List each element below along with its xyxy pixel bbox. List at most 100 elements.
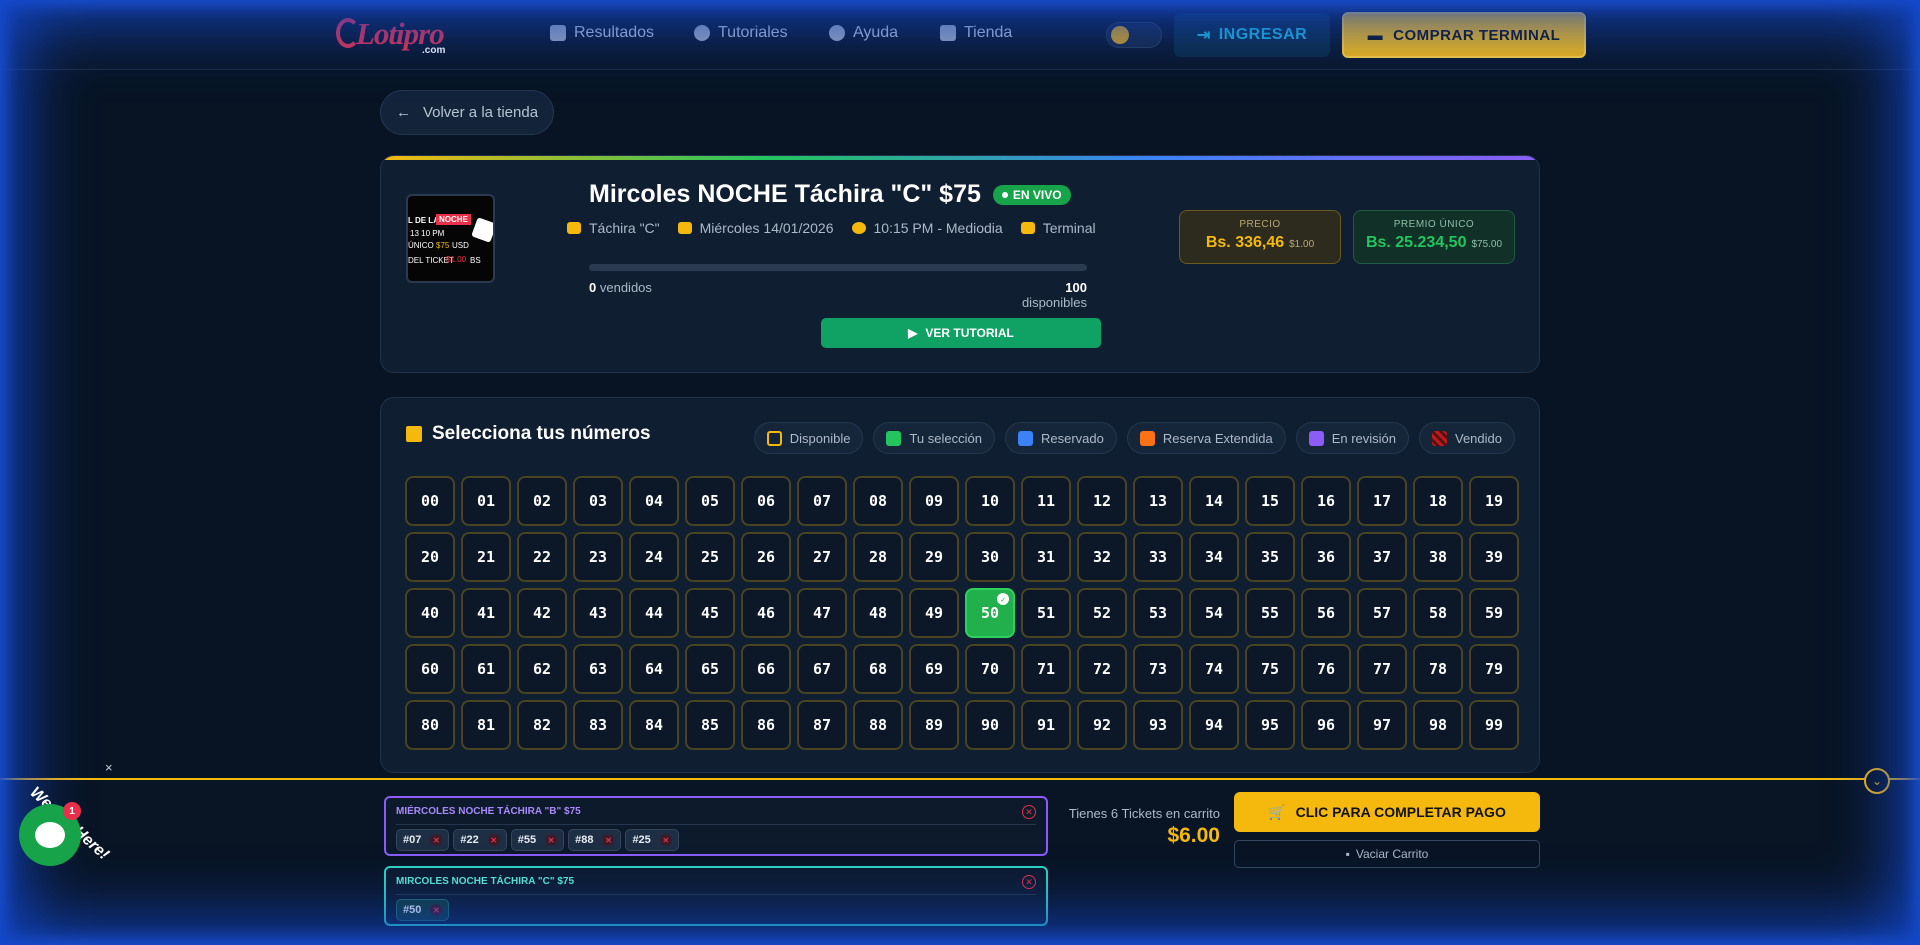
remove-ticket-icon[interactable]: ✕ bbox=[487, 834, 500, 846]
number-cell-39[interactable]: 39 bbox=[1469, 532, 1519, 582]
nav-resultados[interactable]: Resultados bbox=[550, 24, 654, 42]
number-cell-17[interactable]: 17 bbox=[1357, 476, 1407, 526]
number-cell-35[interactable]: 35 bbox=[1245, 532, 1295, 582]
number-cell-32[interactable]: 32 bbox=[1077, 532, 1127, 582]
number-cell-54[interactable]: 54 bbox=[1189, 588, 1239, 638]
number-cell-28[interactable]: 28 bbox=[853, 532, 903, 582]
nav-ayuda[interactable]: Ayuda bbox=[829, 24, 898, 42]
number-cell-42[interactable]: 42 bbox=[517, 588, 567, 638]
number-cell-90[interactable]: 90 bbox=[965, 700, 1015, 750]
number-cell-69[interactable]: 69 bbox=[909, 644, 959, 694]
lotipro-logo[interactable]: Lotipro .com bbox=[336, 14, 466, 56]
number-cell-13[interactable]: 13 bbox=[1133, 476, 1183, 526]
number-cell-65[interactable]: 65 bbox=[685, 644, 735, 694]
number-cell-41[interactable]: 41 bbox=[461, 588, 511, 638]
number-cell-64[interactable]: 64 bbox=[629, 644, 679, 694]
remove-group-button[interactable]: ✕ bbox=[1022, 875, 1036, 889]
number-cell-78[interactable]: 78 bbox=[1413, 644, 1463, 694]
close-chat-widget-button[interactable]: × bbox=[105, 760, 113, 775]
number-cell-25[interactable]: 25 bbox=[685, 532, 735, 582]
number-cell-94[interactable]: 94 bbox=[1189, 700, 1239, 750]
number-cell-73[interactable]: 73 bbox=[1133, 644, 1183, 694]
number-cell-67[interactable]: 67 bbox=[797, 644, 847, 694]
number-cell-10[interactable]: 10 bbox=[965, 476, 1015, 526]
number-cell-26[interactable]: 26 bbox=[741, 532, 791, 582]
number-cell-16[interactable]: 16 bbox=[1301, 476, 1351, 526]
number-cell-95[interactable]: 95 bbox=[1245, 700, 1295, 750]
number-cell-96[interactable]: 96 bbox=[1301, 700, 1351, 750]
back-to-store-button[interactable]: ← Volver a la tienda bbox=[380, 90, 554, 135]
number-cell-07[interactable]: 07 bbox=[797, 476, 847, 526]
remove-ticket-icon[interactable]: ✕ bbox=[602, 834, 615, 846]
remove-group-button[interactable]: ✕ bbox=[1022, 805, 1036, 819]
number-cell-89[interactable]: 89 bbox=[909, 700, 959, 750]
number-cell-00[interactable]: 00 bbox=[405, 476, 455, 526]
number-cell-87[interactable]: 87 bbox=[797, 700, 847, 750]
number-cell-70[interactable]: 70 bbox=[965, 644, 1015, 694]
number-cell-86[interactable]: 86 bbox=[741, 700, 791, 750]
number-cell-80[interactable]: 80 bbox=[405, 700, 455, 750]
number-cell-98[interactable]: 98 bbox=[1413, 700, 1463, 750]
nav-tutoriales[interactable]: Tutoriales bbox=[694, 24, 788, 42]
number-cell-01[interactable]: 01 bbox=[461, 476, 511, 526]
number-cell-27[interactable]: 27 bbox=[797, 532, 847, 582]
remove-ticket-icon[interactable]: ✕ bbox=[430, 904, 443, 916]
number-cell-63[interactable]: 63 bbox=[573, 644, 623, 694]
nav-tienda[interactable]: Tienda bbox=[940, 24, 1012, 42]
number-cell-33[interactable]: 33 bbox=[1133, 532, 1183, 582]
number-cell-61[interactable]: 61 bbox=[461, 644, 511, 694]
number-cell-62[interactable]: 62 bbox=[517, 644, 567, 694]
number-cell-68[interactable]: 68 bbox=[853, 644, 903, 694]
number-cell-88[interactable]: 88 bbox=[853, 700, 903, 750]
number-cell-02[interactable]: 02 bbox=[517, 476, 567, 526]
number-cell-91[interactable]: 91 bbox=[1021, 700, 1071, 750]
number-cell-19[interactable]: 19 bbox=[1469, 476, 1519, 526]
number-cell-23[interactable]: 23 bbox=[573, 532, 623, 582]
number-cell-06[interactable]: 06 bbox=[741, 476, 791, 526]
number-cell-45[interactable]: 45 bbox=[685, 588, 735, 638]
number-cell-38[interactable]: 38 bbox=[1413, 532, 1463, 582]
number-cell-37[interactable]: 37 bbox=[1357, 532, 1407, 582]
number-cell-04[interactable]: 04 bbox=[629, 476, 679, 526]
number-cell-81[interactable]: 81 bbox=[461, 700, 511, 750]
number-cell-24[interactable]: 24 bbox=[629, 532, 679, 582]
number-cell-29[interactable]: 29 bbox=[909, 532, 959, 582]
number-cell-36[interactable]: 36 bbox=[1301, 532, 1351, 582]
number-cell-40[interactable]: 40 bbox=[405, 588, 455, 638]
number-cell-92[interactable]: 92 bbox=[1077, 700, 1127, 750]
number-cell-20[interactable]: 20 bbox=[405, 532, 455, 582]
remove-ticket-icon[interactable]: ✕ bbox=[659, 834, 672, 846]
number-cell-43[interactable]: 43 bbox=[573, 588, 623, 638]
number-cell-59[interactable]: 59 bbox=[1469, 588, 1519, 638]
complete-payment-button[interactable]: 🛒 CLIC PARA COMPLETAR PAGO bbox=[1234, 792, 1540, 832]
collapse-cart-button[interactable]: ⌄ bbox=[1864, 768, 1890, 794]
number-cell-79[interactable]: 79 bbox=[1469, 644, 1519, 694]
number-cell-31[interactable]: 31 bbox=[1021, 532, 1071, 582]
number-cell-49[interactable]: 49 bbox=[909, 588, 959, 638]
number-cell-09[interactable]: 09 bbox=[909, 476, 959, 526]
number-cell-82[interactable]: 82 bbox=[517, 700, 567, 750]
number-cell-56[interactable]: 56 bbox=[1301, 588, 1351, 638]
number-cell-30[interactable]: 30 bbox=[965, 532, 1015, 582]
number-cell-76[interactable]: 76 bbox=[1301, 644, 1351, 694]
number-cell-74[interactable]: 74 bbox=[1189, 644, 1239, 694]
number-cell-75[interactable]: 75 bbox=[1245, 644, 1295, 694]
number-cell-57[interactable]: 57 bbox=[1357, 588, 1407, 638]
number-cell-99[interactable]: 99 bbox=[1469, 700, 1519, 750]
buy-terminal-button[interactable]: ▬ COMPRAR TERMINAL bbox=[1342, 12, 1586, 58]
number-cell-52[interactable]: 52 bbox=[1077, 588, 1127, 638]
number-cell-34[interactable]: 34 bbox=[1189, 532, 1239, 582]
number-cell-18[interactable]: 18 bbox=[1413, 476, 1463, 526]
number-cell-11[interactable]: 11 bbox=[1021, 476, 1071, 526]
theme-toggle[interactable] bbox=[1106, 22, 1162, 48]
number-cell-84[interactable]: 84 bbox=[629, 700, 679, 750]
chat-widget-button[interactable]: 1 bbox=[19, 802, 81, 866]
number-cell-71[interactable]: 71 bbox=[1021, 644, 1071, 694]
number-cell-46[interactable]: 46 bbox=[741, 588, 791, 638]
number-cell-15[interactable]: 15 bbox=[1245, 476, 1295, 526]
watch-tutorial-button[interactable]: ▶ VER TUTORIAL bbox=[821, 318, 1101, 348]
number-cell-58[interactable]: 58 bbox=[1413, 588, 1463, 638]
number-cell-77[interactable]: 77 bbox=[1357, 644, 1407, 694]
number-cell-47[interactable]: 47 bbox=[797, 588, 847, 638]
number-cell-51[interactable]: 51 bbox=[1021, 588, 1071, 638]
